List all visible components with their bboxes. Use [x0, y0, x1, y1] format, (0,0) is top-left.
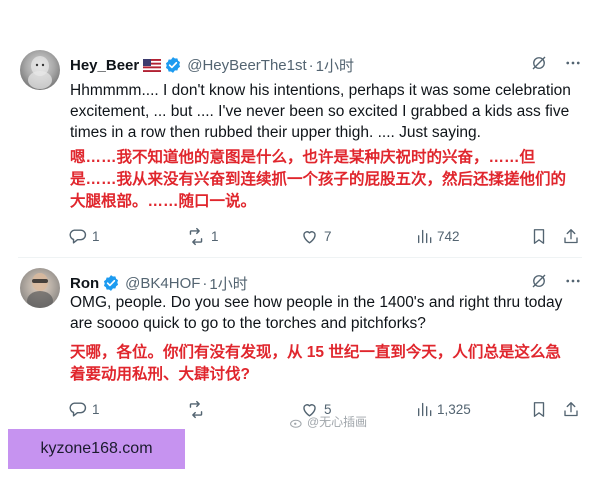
more-icon[interactable] [564, 54, 582, 72]
tweet-header: Hey_Beer @HeyBeerThe1st · 1小时 [70, 54, 582, 76]
action-bar: 1 1 7 742 [68, 225, 580, 247]
like-button[interactable]: 7 [300, 227, 332, 246]
header-actions [530, 54, 582, 72]
bookmark-button[interactable] [530, 227, 548, 246]
share-button[interactable] [562, 227, 580, 246]
views-button[interactable]: 1,325 [416, 401, 471, 418]
reply-count: 1 [92, 401, 100, 417]
handle[interactable]: @HeyBeerThe1st [187, 57, 306, 74]
translation-text: 天哪，各位。你们有没有发现，从 15 世纪一直到今天，人们总是这么急着要动用私刑… [70, 344, 561, 383]
views-button[interactable]: 742 [416, 228, 460, 245]
verified-badge-icon [102, 274, 120, 292]
views-count: 742 [437, 228, 460, 244]
avatar[interactable] [20, 50, 60, 90]
bookmark-icon [530, 400, 548, 419]
reply-button[interactable]: 1 [68, 227, 100, 246]
watermark-text: @无心插画 [307, 415, 368, 429]
handle[interactable]: @BK4HOF [125, 275, 200, 292]
display-name[interactable]: Ron [70, 275, 99, 292]
tweet[interactable]: Ron @BK4HOF · 1小时 OMG, people. Do you se… [0, 258, 600, 428]
reply-icon [68, 400, 87, 419]
views-count: 1,325 [437, 401, 471, 417]
more-icon[interactable] [564, 272, 582, 290]
separator-dot: · [308, 56, 314, 74]
views-icon [416, 228, 432, 245]
watermark: @无心插画 [290, 413, 367, 430]
verified-badge-icon [164, 56, 182, 74]
share-button[interactable] [562, 400, 580, 419]
separator-dot: · [202, 274, 208, 292]
tweet-text: OMG, people. Do you see how people in th… [70, 294, 563, 332]
retweet-icon [186, 400, 206, 419]
flag-us-icon [143, 58, 162, 72]
display-name[interactable]: Hey_Beer [70, 57, 139, 74]
share-icon [562, 400, 580, 419]
reply-button[interactable]: 1 [68, 400, 100, 419]
header-actions [530, 272, 582, 290]
reply-icon [68, 227, 87, 246]
bookmark-button[interactable] [530, 400, 548, 419]
timestamp[interactable]: 1小时 [316, 55, 354, 76]
reply-count: 1 [92, 228, 100, 244]
translation-text: 嗯……我不知道他的意图是什么，也许是某种庆祝时的兴奋，……但是……我从来没有兴奋… [70, 149, 567, 210]
tweet-text: Hhmmmm.... I don't know his intentions, … [70, 82, 571, 141]
retweet-icon [186, 227, 206, 246]
like-count: 7 [324, 228, 332, 244]
retweet-button[interactable]: 1 [186, 227, 219, 246]
retweet-count: 1 [211, 228, 219, 244]
views-icon [416, 401, 432, 418]
timestamp[interactable]: 1小时 [209, 273, 247, 294]
share-icon [562, 227, 580, 246]
retweet-button[interactable] [186, 400, 211, 419]
grok-icon[interactable] [530, 54, 548, 72]
bookmark-icon [530, 227, 548, 246]
grok-icon[interactable] [530, 272, 548, 290]
weibo-icon [290, 416, 304, 428]
avatar[interactable] [20, 268, 60, 308]
site-banner: kyzone168.com [8, 429, 185, 469]
like-icon [300, 227, 319, 246]
tweet-header: Ron @BK4HOF · 1小时 [70, 272, 582, 294]
tweet[interactable]: Hey_Beer @HeyBeerThe1st · 1小时 Hhmmmm....… [0, 40, 600, 256]
